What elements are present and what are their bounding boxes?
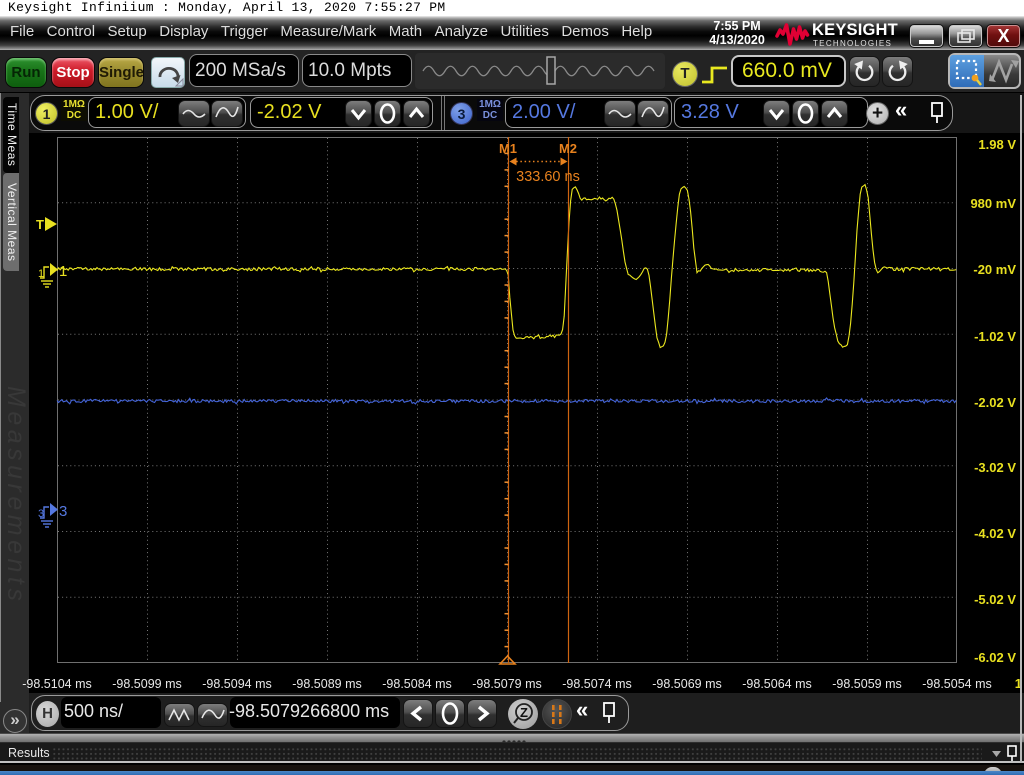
- svg-text:M2: M2: [559, 141, 577, 156]
- svg-text:1: 1: [38, 268, 44, 280]
- svg-text:T: T: [36, 217, 44, 232]
- svg-text:KEYSIGHT: KEYSIGHT: [812, 22, 898, 39]
- svg-text:-5.02 V: -5.02 V: [974, 592, 1016, 607]
- svg-text:-98.5069 ms: -98.5069 ms: [652, 677, 721, 691]
- svg-text:-98.5104 ms: -98.5104 ms: [22, 677, 91, 691]
- svg-text:1.98 V: 1.98 V: [978, 137, 1016, 152]
- svg-text:Z: Z: [520, 705, 528, 720]
- svg-text:-2.02 V: -2.02 V: [974, 395, 1016, 410]
- svg-text:-3.02 V: -3.02 V: [974, 460, 1016, 475]
- svg-text:-98.5084 ms: -98.5084 ms: [382, 677, 451, 691]
- svg-text:3: 3: [59, 503, 67, 520]
- svg-text:TECHNOLOGIES: TECHNOLOGIES: [813, 39, 892, 48]
- svg-text:-98.5054 ms: -98.5054 ms: [922, 677, 991, 691]
- svg-text:1: 1: [59, 263, 67, 280]
- svg-text:-20 mV: -20 mV: [973, 262, 1016, 277]
- svg-text:980 mV: 980 mV: [970, 196, 1016, 211]
- svg-text:M1: M1: [499, 141, 517, 156]
- svg-text:-98.5059 ms: -98.5059 ms: [832, 677, 901, 691]
- svg-text:-4.02 V: -4.02 V: [974, 526, 1016, 541]
- svg-text:-98.5099 ms: -98.5099 ms: [112, 677, 181, 691]
- svg-text:-98.5089 ms: -98.5089 ms: [292, 677, 361, 691]
- svg-text:-98.5079 ms: -98.5079 ms: [472, 677, 541, 691]
- svg-text:-98.5074 ms: -98.5074 ms: [562, 677, 631, 691]
- svg-text:-6.02 V: -6.02 V: [974, 650, 1016, 665]
- svg-text:-98.5094 ms: -98.5094 ms: [202, 677, 271, 691]
- svg-text:-98.5064 ms: -98.5064 ms: [742, 677, 811, 691]
- svg-text:3: 3: [38, 508, 44, 520]
- svg-text:-1.02 V: -1.02 V: [974, 329, 1016, 344]
- svg-text:333.60 ns: 333.60 ns: [516, 169, 580, 185]
